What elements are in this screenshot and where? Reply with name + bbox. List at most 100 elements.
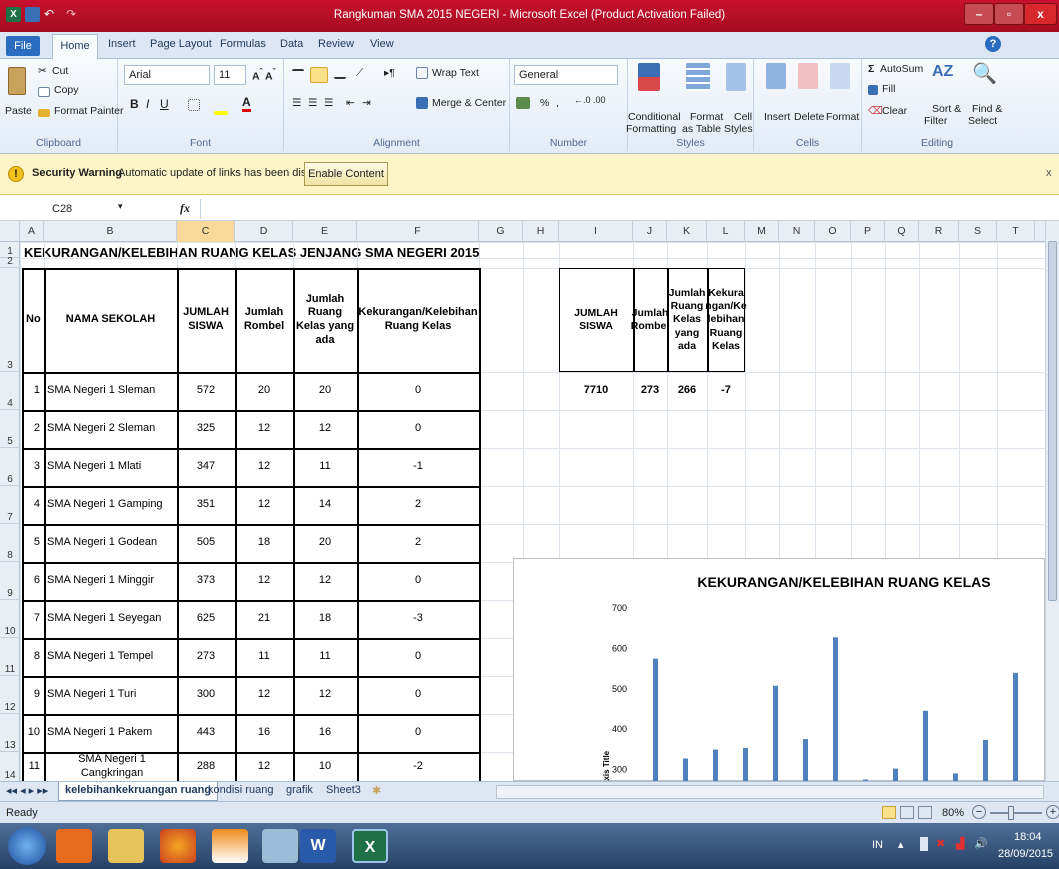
table-cell[interactable]: -3 — [357, 600, 479, 638]
table-cell[interactable]: 18 — [235, 524, 293, 562]
sheet-tab-kondisi[interactable]: kondisi ruang — [208, 784, 273, 796]
paste-button[interactable]: Paste — [5, 105, 32, 117]
table-cell[interactable]: 21 — [235, 600, 293, 638]
name-box[interactable]: C28 — [46, 200, 116, 218]
table-cell[interactable]: -1 — [357, 448, 479, 486]
summary-value-siswa[interactable]: 7710 — [559, 372, 633, 410]
table-cell[interactable]: 12 — [235, 676, 293, 714]
table-cell[interactable]: 2 — [357, 486, 479, 524]
cell-styles-button[interactable]: Cell — [734, 111, 752, 123]
insert-cells-icon[interactable] — [766, 63, 786, 89]
table-cell[interactable]: 12 — [235, 448, 293, 486]
horizontal-scrollbar[interactable] — [496, 785, 1044, 799]
table-cell[interactable]: 505 — [177, 524, 235, 562]
column-header[interactable]: E — [293, 221, 357, 242]
table-cell[interactable]: 0 — [357, 372, 479, 410]
conditional-formatting-button[interactable]: Conditional — [628, 111, 681, 123]
table-cell[interactable]: 10 — [293, 752, 357, 781]
format-table-button[interactable]: Format — [690, 111, 723, 123]
table-cell[interactable]: SMA Negeri 1 Mlati — [44, 448, 177, 486]
row-header[interactable]: 12 — [0, 676, 20, 714]
table-cell[interactable]: 11 — [235, 638, 293, 676]
summary-value-rombel[interactable]: 273 — [633, 372, 667, 410]
help-icon[interactable]: ? — [985, 36, 1001, 52]
sort-filter-icon[interactable]: AZ — [932, 63, 953, 81]
table-cell[interactable]: 12 — [235, 486, 293, 524]
zoom-out-icon[interactable]: − — [972, 805, 986, 819]
row-header[interactable]: 9 — [0, 562, 20, 600]
explorer-icon[interactable] — [108, 829, 144, 863]
page-layout-view-icon[interactable] — [900, 806, 914, 819]
tab-data[interactable]: Data — [280, 38, 303, 50]
column-header[interactable]: R — [919, 221, 959, 242]
minimize-button[interactable]: – — [964, 3, 994, 25]
column-header[interactable]: P — [851, 221, 885, 242]
maximize-button[interactable]: ▫ — [994, 3, 1024, 25]
table-cell[interactable]: 288 — [177, 752, 235, 781]
sort-filter-button[interactable]: Sort & — [932, 103, 961, 115]
close-bar-icon[interactable]: x — [1046, 167, 1052, 179]
tab-page-layout[interactable]: Page Layout — [150, 38, 212, 50]
cell-styles-icon[interactable] — [726, 63, 746, 91]
orientation-icon[interactable]: ⟋ — [356, 67, 363, 80]
format-painter-button[interactable]: Format Painter — [54, 105, 123, 117]
summary-value-ruang[interactable]: 266 — [667, 372, 707, 410]
find-select-icon[interactable]: 🔍 — [972, 61, 997, 86]
table-cell[interactable]: 0 — [357, 410, 479, 448]
table-cell[interactable]: SMA Negeri 1 Gamping — [44, 486, 177, 524]
table-cell[interactable]: 20 — [293, 524, 357, 562]
name-box-dropdown-icon[interactable]: ▾ — [118, 201, 123, 212]
row-header[interactable]: 11 — [0, 638, 20, 676]
table-header-rombel[interactable]: Jumlah Rombel — [235, 268, 293, 372]
table-cell[interactable]: 14 — [293, 486, 357, 524]
normal-view-icon[interactable] — [882, 806, 896, 819]
tray-arrow-icon[interactable]: ▴ — [898, 838, 904, 851]
zoom-in-icon[interactable]: + — [1046, 805, 1059, 819]
table-cell[interactable]: SMA Negeri 1 Tempel — [44, 638, 177, 676]
clock-time[interactable]: 18:04 — [1014, 831, 1042, 843]
fill-icon[interactable] — [868, 85, 878, 95]
row-header[interactable]: 3 — [0, 268, 20, 372]
align-left-icon[interactable]: ☰ — [292, 97, 301, 109]
clear-icon[interactable]: ⌫ — [868, 105, 883, 117]
excel-taskbar-icon[interactable]: X — [352, 829, 388, 863]
copy-icon[interactable] — [38, 87, 50, 97]
underline-icon[interactable]: U — [160, 97, 169, 111]
currency-icon[interactable] — [516, 97, 530, 109]
table-cell[interactable]: 18 — [293, 600, 357, 638]
table-cell[interactable]: 351 — [177, 486, 235, 524]
table-cell[interactable]: 0 — [357, 638, 479, 676]
grow-font-icon[interactable]: Aˆ Aˇ — [252, 67, 276, 83]
tray-network-icon[interactable] — [920, 837, 928, 851]
vertical-scrollbar[interactable] — [1045, 221, 1059, 781]
fill-color-icon[interactable] — [214, 111, 228, 115]
table-cell[interactable]: 11 — [293, 448, 357, 486]
table-cell[interactable]: 373 — [177, 562, 235, 600]
table-cell[interactable]: SMA Negeri 1 Godean — [44, 524, 177, 562]
tab-review[interactable]: Review — [318, 38, 354, 50]
row-header[interactable]: 13 — [0, 714, 20, 752]
clock-date[interactable]: 28/09/2015 — [998, 848, 1053, 860]
number-format-select[interactable]: General — [514, 65, 618, 85]
table-cell[interactable]: SMA Negeri 1 Seyegan — [44, 600, 177, 638]
delete-cells-icon[interactable] — [798, 63, 818, 89]
autosum-icon[interactable]: Σ — [868, 63, 874, 75]
column-header[interactable]: G — [479, 221, 523, 242]
table-cell[interactable]: 12 — [293, 676, 357, 714]
column-header[interactable]: B — [44, 221, 177, 242]
align-top-icon[interactable] — [292, 69, 304, 79]
tray-signal-icon[interactable]: ▟ — [956, 837, 964, 850]
fx-icon[interactable]: fx — [180, 201, 190, 216]
table-header-siswa[interactable]: JUMLAH SISWA — [177, 268, 235, 372]
table-cell[interactable]: 443 — [177, 714, 235, 752]
close-button[interactable]: x — [1024, 3, 1057, 25]
font-size-select[interactable]: 11 — [214, 65, 246, 85]
column-header[interactable]: A — [20, 221, 44, 242]
language-indicator[interactable]: IN — [872, 839, 883, 851]
zoom-level[interactable]: 80% — [942, 807, 964, 819]
column-header[interactable]: J — [633, 221, 667, 242]
table-cell[interactable]: 20 — [293, 372, 357, 410]
page-break-view-icon[interactable] — [918, 806, 932, 819]
table-cell[interactable]: 20 — [235, 372, 293, 410]
table-cell[interactable]: 273 — [177, 638, 235, 676]
